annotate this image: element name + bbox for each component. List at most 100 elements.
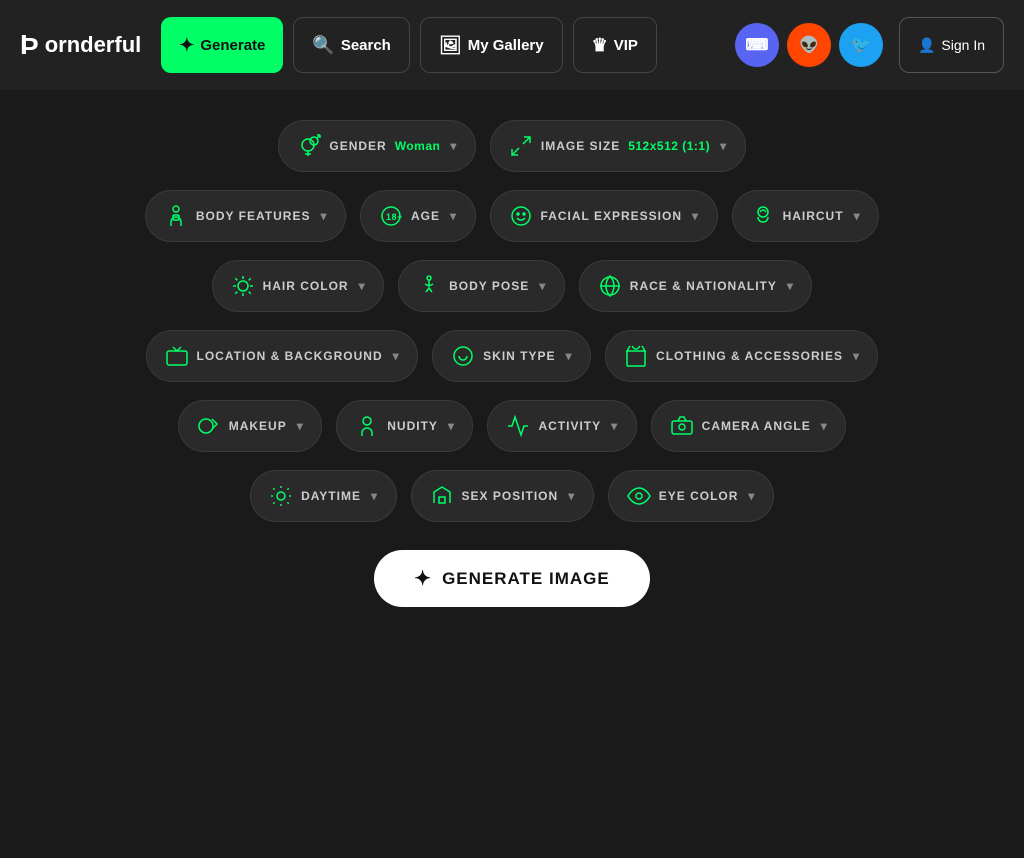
- haircut-filter[interactable]: HAIRCUT ▾: [732, 190, 880, 242]
- gender-value: Woman: [395, 139, 441, 153]
- discord-icon: ⌨: [745, 35, 768, 55]
- filter-row-1: GENDER Woman ▾ IMAGE SIZE 512x512 (1:1) …: [60, 120, 964, 172]
- haircut-chevron: ▾: [854, 209, 861, 223]
- sex-position-label: SEX POSITION: [462, 489, 559, 503]
- gender-label: GENDER: [329, 139, 386, 153]
- eye-color-label: EYE COLOR: [659, 489, 739, 503]
- clothing-accessories-chevron: ▾: [853, 349, 860, 363]
- signin-label: Sign In: [941, 37, 985, 53]
- makeup-label: MAKEUP: [229, 419, 287, 433]
- generate-nav-icon: ✦: [179, 35, 194, 56]
- image-size-label: IMAGE SIZE: [541, 139, 620, 153]
- camera-angle-icon: [670, 414, 694, 438]
- image-size-filter[interactable]: IMAGE SIZE 512x512 (1:1) ▾: [490, 120, 746, 172]
- header: Þ ornderful ✦ Generate 🔍 Search 🖼 My Gal…: [0, 0, 1024, 90]
- body-pose-icon: [417, 274, 441, 298]
- gender-filter[interactable]: GENDER Woman ▾: [278, 120, 476, 172]
- body-pose-filter[interactable]: BODY POSE ▾: [398, 260, 565, 312]
- daytime-filter[interactable]: DAYTIME ▾: [250, 470, 396, 522]
- nudity-chevron: ▾: [448, 419, 455, 433]
- logo-text: ornderful: [45, 32, 142, 58]
- image-size-chevron: ▾: [720, 139, 727, 153]
- daytime-icon: [269, 484, 293, 508]
- generate-nav-button[interactable]: ✦ Generate: [161, 17, 283, 73]
- location-background-filter[interactable]: LOCATION & BACKGROUND ▾: [146, 330, 419, 382]
- activity-filter[interactable]: ACTIVITY ▾: [487, 400, 636, 452]
- generate-image-button[interactable]: ✦ GENERATE IMAGE: [374, 550, 649, 607]
- signin-button[interactable]: 👤 Sign In: [899, 17, 1004, 73]
- body-features-label: BODY FEATURES: [196, 209, 311, 223]
- race-nationality-icon: [598, 274, 622, 298]
- hair-color-label: HAIR COLOR: [263, 279, 349, 293]
- body-pose-label: BODY POSE: [449, 279, 529, 293]
- twitter-icon: 🐦: [851, 35, 871, 55]
- search-nav-label: Search: [341, 37, 391, 54]
- eye-color-icon: [627, 484, 651, 508]
- facial-expression-filter[interactable]: FACIAL EXPRESSION ▾: [490, 190, 718, 242]
- generate-image-icon: ✦: [414, 566, 432, 591]
- age-label: AGE: [411, 209, 440, 223]
- makeup-icon: [197, 414, 221, 438]
- gallery-nav-button[interactable]: 🖼 My Gallery: [420, 17, 563, 73]
- facial-expression-chevron: ▾: [692, 209, 699, 223]
- activity-label: ACTIVITY: [538, 419, 601, 433]
- main-content: GENDER Woman ▾ IMAGE SIZE 512x512 (1:1) …: [0, 90, 1024, 637]
- hair-color-chevron: ▾: [359, 279, 366, 293]
- skin-type-label: SKIN TYPE: [483, 349, 555, 363]
- race-nationality-chevron: ▾: [787, 279, 794, 293]
- activity-icon: [506, 414, 530, 438]
- body-features-filter[interactable]: BODY FEATURES ▾: [145, 190, 346, 242]
- location-background-chevron: ▾: [393, 349, 400, 363]
- reddit-button[interactable]: 👽: [787, 23, 831, 67]
- skin-type-chevron: ▾: [566, 349, 573, 363]
- vip-nav-icon: ♛: [592, 35, 608, 56]
- clothing-accessories-icon: [624, 344, 648, 368]
- search-nav-icon: 🔍: [312, 35, 334, 56]
- sex-position-chevron: ▾: [568, 489, 575, 503]
- vip-nav-label: VIP: [614, 37, 638, 54]
- race-nationality-filter[interactable]: RACE & NATIONALITY ▾: [579, 260, 813, 312]
- body-pose-chevron: ▾: [539, 279, 546, 293]
- hair-color-filter[interactable]: HAIR COLOR ▾: [212, 260, 385, 312]
- haircut-icon: [751, 204, 775, 228]
- search-nav-button[interactable]: 🔍 Search: [293, 17, 409, 73]
- nudity-icon: [355, 414, 379, 438]
- eye-color-chevron: ▾: [748, 489, 755, 503]
- signin-icon: 👤: [918, 37, 935, 54]
- reddit-icon: 👽: [799, 35, 819, 55]
- age-chevron: ▾: [450, 209, 457, 223]
- nudity-label: NUDITY: [387, 419, 438, 433]
- nudity-filter[interactable]: NUDITY ▾: [336, 400, 473, 452]
- filter-row-6: DAYTIME ▾ SEX POSITION ▾ EYE COLOR ▾: [60, 470, 964, 522]
- twitter-button[interactable]: 🐦: [839, 23, 883, 67]
- image-size-icon: [509, 134, 533, 158]
- camera-angle-label: CAMERA ANGLE: [702, 419, 811, 433]
- age-icon: 18+: [379, 204, 403, 228]
- filter-row-5: MAKEUP ▾ NUDITY ▾ ACTIVITY ▾ CAMERA ANGL…: [60, 400, 964, 452]
- camera-angle-filter[interactable]: CAMERA ANGLE ▾: [651, 400, 847, 452]
- camera-angle-chevron: ▾: [821, 419, 828, 433]
- eye-color-filter[interactable]: EYE COLOR ▾: [608, 470, 774, 522]
- logo-icon: Þ: [20, 29, 39, 61]
- discord-button[interactable]: ⌨: [735, 23, 779, 67]
- sex-position-filter[interactable]: SEX POSITION ▾: [411, 470, 594, 522]
- makeup-chevron: ▾: [297, 419, 304, 433]
- gender-icon: [297, 134, 321, 158]
- daytime-label: DAYTIME: [301, 489, 361, 503]
- clothing-accessories-label: CLOTHING & ACCESSORIES: [656, 349, 843, 363]
- generate-image-label: GENERATE IMAGE: [442, 569, 610, 589]
- filter-row-3: HAIR COLOR ▾ BODY POSE ▾ RACE & NATIONAL…: [60, 260, 964, 312]
- vip-nav-button[interactable]: ♛ VIP: [573, 17, 657, 73]
- logo: Þ ornderful: [20, 29, 141, 61]
- daytime-chevron: ▾: [371, 489, 378, 503]
- svg-text:18+: 18+: [386, 212, 403, 222]
- location-background-icon: [165, 344, 189, 368]
- skin-type-filter[interactable]: SKIN TYPE ▾: [432, 330, 591, 382]
- location-background-label: LOCATION & BACKGROUND: [197, 349, 383, 363]
- makeup-filter[interactable]: MAKEUP ▾: [178, 400, 323, 452]
- haircut-label: HAIRCUT: [783, 209, 844, 223]
- activity-chevron: ▾: [611, 419, 618, 433]
- image-size-value: 512x512 (1:1): [628, 139, 710, 153]
- clothing-accessories-filter[interactable]: CLOTHING & ACCESSORIES ▾: [605, 330, 878, 382]
- age-filter[interactable]: 18+ AGE ▾: [360, 190, 476, 242]
